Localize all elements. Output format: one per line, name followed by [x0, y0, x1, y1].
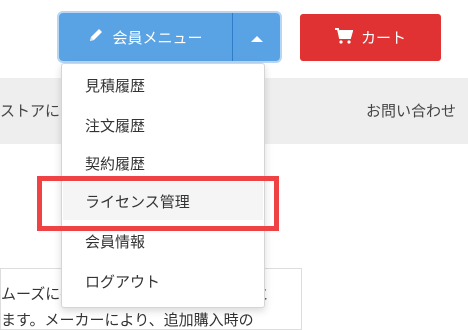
menu-item-member-info[interactable]: 会員情報: [63, 222, 263, 260]
menu-item-order-history[interactable]: 注文履歴: [63, 106, 263, 144]
menu-item-license-management[interactable]: ライセンス管理: [63, 182, 263, 220]
menu-item-logout[interactable]: ログアウト: [63, 262, 263, 300]
content-text-line: ます。メーカーにより、追加購入時の: [1, 311, 254, 329]
menu-item-quote-history[interactable]: 見積履歴: [63, 66, 263, 104]
member-dropdown-menu: 見積履歴 注文履歴 契約履歴 ライセンス管理 会員情報 ログアウト: [61, 63, 265, 308]
pencil-icon: [88, 27, 104, 47]
menu-item-label: ライセンス管理: [85, 192, 190, 211]
member-menu-button[interactable]: 会員メニュー: [59, 13, 232, 61]
nav-link-contact[interactable]: お問い合わせ: [366, 100, 456, 121]
cart-button[interactable]: カート: [300, 14, 441, 61]
menu-item-label: 見積履歴: [85, 76, 146, 95]
member-menu-label: 会員メニュー: [112, 28, 203, 47]
cart-label: カート: [360, 29, 406, 47]
menu-item-label: ログアウト: [85, 272, 161, 291]
cart-icon: [334, 27, 354, 48]
menu-item-label: 注文履歴: [85, 116, 146, 135]
menu-item-label: 契約履歴: [85, 154, 146, 173]
member-menu-toggle[interactable]: [233, 13, 280, 61]
caret-up-icon: [250, 28, 263, 47]
member-menu-button-group: 会員メニュー: [59, 13, 280, 61]
menu-item-label: 会員情報: [85, 232, 146, 251]
menu-item-contract-history[interactable]: 契約履歴: [63, 144, 263, 182]
